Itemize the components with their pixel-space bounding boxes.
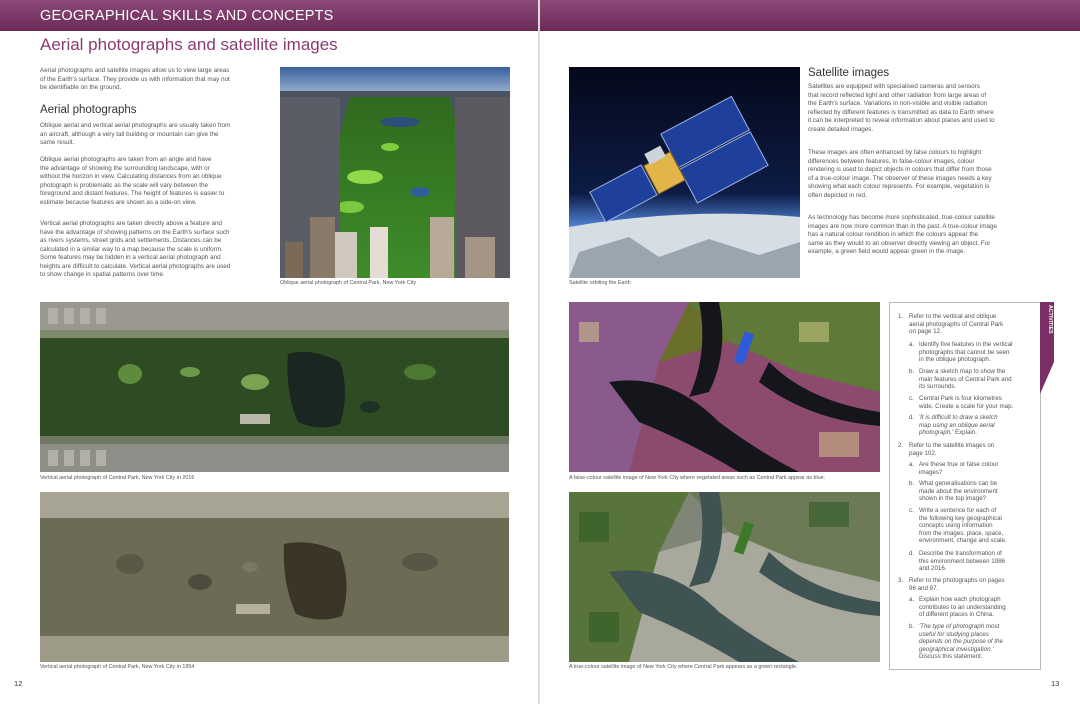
q3b-letter: b. xyxy=(909,623,915,630)
q2d-letter: d. xyxy=(909,550,915,557)
left-page: GEOGRAPHICAL SKILLS AND CONCEPTS Aerial … xyxy=(0,0,538,704)
section-title: GEOGRAPHICAL SKILLS AND CONCEPTS xyxy=(40,8,334,24)
activities-box: 1. Refer to the vertical and oblique aer… xyxy=(889,302,1041,670)
true-colour-satellite-image xyxy=(569,492,880,662)
q2b-letter: b. xyxy=(909,480,915,487)
q3a-text: Explain how each photograph contributes … xyxy=(919,596,1006,618)
q2b-text: What generalisations can be made about t… xyxy=(919,480,998,502)
vertical-2016-caption: Vertical aerial photograph of Central Pa… xyxy=(40,475,195,481)
true-colour-caption: A true-colour satellite image of New Yor… xyxy=(569,664,798,670)
vertical-1954-caption: Vertical aerial photograph of Central Pa… xyxy=(40,664,195,670)
satellite-images-heading: Satellite images xyxy=(808,67,890,79)
vertical-aerial-photo-1954 xyxy=(40,492,509,662)
q2-number: 2. xyxy=(898,442,904,449)
vertical-aerial-photo-2016 xyxy=(40,302,509,472)
q3-text: Refer to the photographs on pages 96 and… xyxy=(909,577,1005,592)
q1-number: 1. xyxy=(898,313,904,320)
page-number-right: 13 xyxy=(1051,679,1060,688)
false-colour-caption: A false-colour satellite image of New Yo… xyxy=(569,475,826,481)
q1a-letter: a. xyxy=(909,341,915,348)
q3a-letter: a. xyxy=(909,596,915,603)
q1b-text: Draw a sketch map to show the main featu… xyxy=(919,368,1012,390)
oblique-photo-caption: Oblique aerial photograph of Central Par… xyxy=(280,280,417,286)
section-header-band-right xyxy=(540,0,1080,31)
satellite-orbiting-image xyxy=(569,67,800,278)
q2c-letter: c. xyxy=(909,507,914,514)
q2-text: Refer to the satellite images on page 10… xyxy=(909,442,995,457)
page-number-left: 12 xyxy=(14,679,23,688)
activities-tab-label: ACTIVITIES xyxy=(1047,305,1053,334)
satellite-paragraph-2: These images are often enhanced by false… xyxy=(808,149,992,199)
right-page: Satellite orbiting the Earth Satellite i… xyxy=(540,0,1080,704)
q1c-letter: c. xyxy=(909,395,914,402)
false-colour-satellite-image xyxy=(569,302,880,472)
q2a-letter: a. xyxy=(909,461,915,468)
q3b-text: 'The type of photograph most useful for … xyxy=(919,623,1003,660)
q1d-letter: d. xyxy=(909,414,915,421)
oblique-aerial-photo xyxy=(280,67,510,278)
q2c-text: Write a sentence for each of the followi… xyxy=(919,507,1007,544)
aerial-photographs-heading: Aerial photographs xyxy=(40,104,137,116)
q1a-text: Identify five features in the vertical p… xyxy=(919,341,1013,363)
section-header-band: GEOGRAPHICAL SKILLS AND CONCEPTS xyxy=(0,0,538,31)
activities-tab: ACTIVITIES xyxy=(1040,302,1054,394)
q3-number: 3. xyxy=(898,577,904,584)
intro-text: Aerial photographs and satellite images … xyxy=(40,67,230,91)
satellite-paragraph-3: As technology has become more sophistica… xyxy=(808,214,998,255)
aerial-paragraph-3: Vertical aerial photographs are taken di… xyxy=(40,220,231,278)
q1b-letter: b. xyxy=(909,368,915,375)
aerial-paragraph-2: Oblique aerial photographs are taken fro… xyxy=(40,156,225,206)
q1-text: Refer to the vertical and oblique aerial… xyxy=(909,313,1004,335)
aerial-paragraph-1: Oblique aerial and vertical aerial photo… xyxy=(40,122,231,146)
satellite-caption: Satellite orbiting the Earth xyxy=(569,280,631,286)
q2a-text: Are these true or false colour images? xyxy=(919,461,999,476)
q2d-text: Describe the transformation of this envi… xyxy=(919,550,1005,572)
satellite-paragraph-1: Satellites are equipped with specialised… xyxy=(808,83,995,133)
q1d-text: 'It is difficult to draw a sketch map us… xyxy=(919,414,998,436)
q1c-text: Central Park is four kilometres wide. Cr… xyxy=(919,395,1014,410)
page-title: Aerial photographs and satellite images xyxy=(40,35,338,54)
